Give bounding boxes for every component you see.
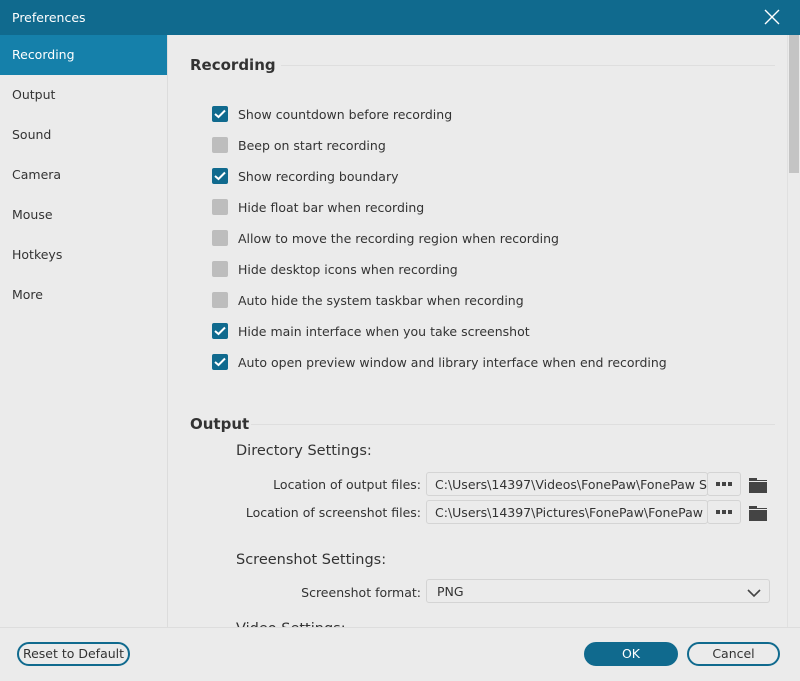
- section-divider: [251, 424, 775, 425]
- open-output-folder-icon[interactable]: [749, 477, 767, 493]
- screenshot-format-select[interactable]: PNG: [426, 579, 770, 603]
- sidebar-item-mouse[interactable]: Mouse: [0, 195, 167, 235]
- recording-option[interactable]: Show countdown before recording: [212, 105, 452, 123]
- screenshot-files-path-input[interactable]: C:\Users\14397\Pictures\FonePaw\FonePaw …: [426, 500, 708, 524]
- sidebar-item-more[interactable]: More: [0, 275, 167, 315]
- checkbox-unchecked[interactable]: [212, 230, 228, 246]
- recording-option[interactable]: Hide float bar when recording: [212, 198, 424, 216]
- footer: Reset to Default OK Cancel: [0, 627, 800, 681]
- recording-section-title: Recording: [190, 56, 276, 74]
- checkmark-icon: [214, 109, 226, 119]
- sidebar-item-sound[interactable]: Sound: [0, 115, 167, 155]
- sidebar-item-recording[interactable]: Recording: [0, 35, 167, 75]
- checkmark-icon: [214, 171, 226, 181]
- title-bar: Preferences: [0, 0, 800, 35]
- checkbox-unchecked[interactable]: [212, 137, 228, 153]
- reset-to-default-button[interactable]: Reset to Default: [17, 642, 130, 666]
- preferences-window: Preferences Recording Output Sound Camer…: [0, 0, 800, 681]
- checkbox-checked[interactable]: [212, 106, 228, 122]
- output-files-label: Location of output files:: [273, 477, 421, 492]
- directory-settings-heading: Directory Settings:: [236, 443, 372, 459]
- recording-option[interactable]: Hide main interface when you take screen…: [212, 322, 530, 340]
- scrollbar-thumb[interactable]: [789, 35, 799, 173]
- checkbox-unchecked[interactable]: [212, 199, 228, 215]
- scrollbar[interactable]: [787, 35, 800, 627]
- recording-option-label: Allow to move the recording region when …: [238, 230, 559, 246]
- open-screenshot-folder-icon[interactable]: [749, 505, 767, 521]
- recording-option-label: Show recording boundary: [238, 168, 399, 184]
- recording-option[interactable]: Allow to move the recording region when …: [212, 229, 559, 247]
- chevron-down-icon: [747, 586, 761, 601]
- checkbox-checked[interactable]: [212, 354, 228, 370]
- recording-option[interactable]: Hide desktop icons when recording: [212, 260, 458, 278]
- recording-option-label: Hide desktop icons when recording: [238, 261, 458, 277]
- recording-option-label: Beep on start recording: [238, 137, 386, 153]
- settings-content: Recording Show countdown before recordin…: [169, 35, 787, 627]
- checkmark-icon: [214, 357, 226, 367]
- section-divider: [281, 65, 775, 66]
- browse-screenshot-button[interactable]: [707, 500, 741, 524]
- recording-option-label: Hide float bar when recording: [238, 199, 425, 215]
- checkmark-icon: [214, 326, 226, 336]
- recording-option[interactable]: Auto hide the system taskbar when record…: [212, 291, 524, 309]
- output-section-title: Output: [190, 415, 250, 433]
- close-icon[interactable]: [764, 9, 780, 25]
- sidebar-item-hotkeys[interactable]: Hotkeys: [0, 235, 167, 275]
- checkbox-unchecked[interactable]: [212, 261, 228, 277]
- sidebar: Recording Output Sound Camera Mouse Hotk…: [0, 35, 168, 627]
- screenshot-format-label: Screenshot format:: [301, 585, 421, 600]
- recording-option-label: Auto open preview window and library int…: [238, 354, 667, 370]
- screenshot-format-value: PNG: [437, 584, 464, 599]
- checkbox-checked[interactable]: [212, 323, 228, 339]
- sidebar-item-output[interactable]: Output: [0, 75, 167, 115]
- recording-option[interactable]: Auto open preview window and library int…: [212, 353, 667, 371]
- sidebar-item-camera[interactable]: Camera: [0, 155, 167, 195]
- recording-option-label: Hide main interface when you take screen…: [238, 323, 530, 339]
- browse-output-button[interactable]: [707, 472, 741, 496]
- recording-option-label: Auto hide the system taskbar when record…: [238, 292, 524, 308]
- cancel-button[interactable]: Cancel: [687, 642, 780, 666]
- recording-option-label: Show countdown before recording: [238, 106, 453, 122]
- screenshot-files-label: Location of screenshot files:: [245, 505, 421, 520]
- ok-button[interactable]: OK: [584, 642, 678, 666]
- checkbox-checked[interactable]: [212, 168, 228, 184]
- window-title: Preferences: [12, 10, 86, 25]
- recording-option[interactable]: Beep on start recording: [212, 136, 386, 154]
- checkbox-unchecked[interactable]: [212, 292, 228, 308]
- recording-option[interactable]: Show recording boundary: [212, 167, 399, 185]
- screenshot-settings-heading: Screenshot Settings:: [236, 552, 387, 568]
- output-files-path-input[interactable]: C:\Users\14397\Videos\FonePaw\FonePaw Sc…: [426, 472, 708, 496]
